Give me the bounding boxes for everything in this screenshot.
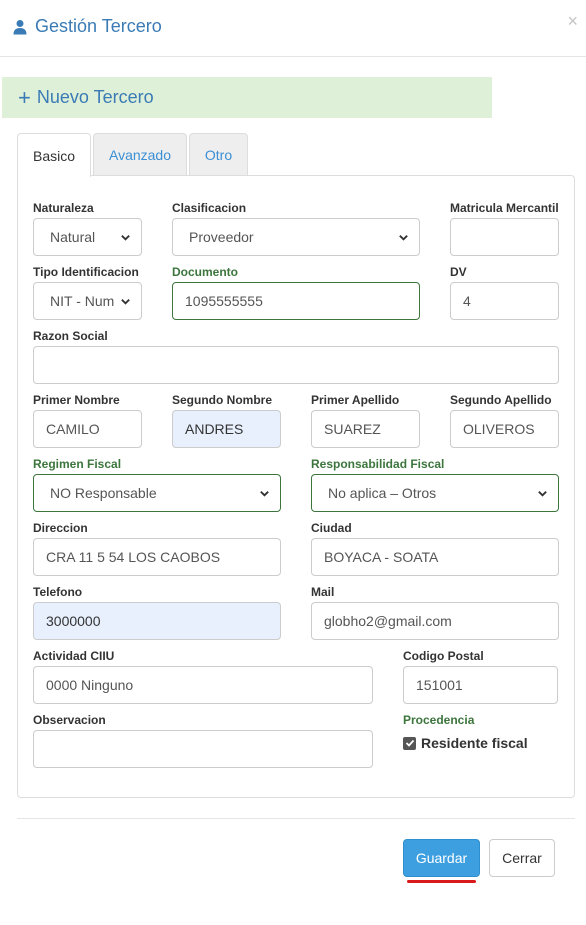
primer-apellido-input[interactable]: SUAREZ bbox=[311, 410, 420, 448]
chevron-down-icon bbox=[121, 235, 130, 241]
ciudad-input[interactable]: BOYACA - SOATA bbox=[311, 538, 559, 576]
codigo-postal-label: Codigo Postal bbox=[403, 649, 484, 663]
chevron-down-icon bbox=[399, 235, 408, 241]
segundo-apellido-label: Segundo Apellido bbox=[450, 393, 552, 407]
matricula-input[interactable] bbox=[450, 218, 559, 256]
regimen-fiscal-label: Regimen Fiscal bbox=[33, 457, 122, 471]
chevron-down-icon bbox=[260, 491, 269, 497]
segundo-apellido-input[interactable]: OLIVEROS bbox=[450, 410, 559, 448]
razon-social-label: Razon Social bbox=[33, 329, 108, 343]
close-button[interactable]: Cerrar bbox=[489, 839, 555, 877]
regimen-fiscal-value: NO Responsable bbox=[50, 485, 157, 501]
procedencia-label: Procedencia bbox=[403, 713, 475, 727]
tab-basico[interactable]: Basico bbox=[17, 133, 91, 177]
responsabilidad-fiscal-select[interactable]: No aplica – Otros bbox=[311, 474, 559, 512]
razon-social-input[interactable] bbox=[33, 346, 559, 384]
red-underline-annotation bbox=[407, 880, 476, 883]
tab-avanzado[interactable]: Avanzado bbox=[93, 133, 187, 176]
clasificacion-label: Clasificacion bbox=[172, 201, 247, 215]
documento-label: Documento bbox=[172, 265, 238, 279]
save-button[interactable]: Guardar bbox=[403, 839, 480, 877]
residente-fiscal-checkbox-row[interactable]: Residente fiscal bbox=[403, 735, 528, 751]
clasificacion-select[interactable]: Proveedor bbox=[172, 218, 420, 256]
chevron-down-icon bbox=[121, 299, 130, 305]
observacion-label: Observacion bbox=[33, 713, 106, 727]
modal-title: Gestión Tercero bbox=[12, 16, 162, 37]
naturaleza-label: Naturaleza bbox=[33, 201, 94, 215]
close-icon[interactable]: × bbox=[567, 12, 578, 30]
modal-title-text: Gestión Tercero bbox=[35, 16, 162, 36]
dv-input[interactable]: 4 bbox=[450, 282, 559, 320]
primer-apellido-label: Primer Apellido bbox=[311, 393, 400, 407]
plus-icon: + bbox=[18, 84, 31, 110]
matricula-label: Matricula Mercantil bbox=[450, 201, 559, 215]
primer-nombre-input[interactable]: CAMILO bbox=[33, 410, 142, 448]
new-third-party-banner: + Nuevo Tercero bbox=[2, 77, 492, 118]
footer-divider bbox=[17, 818, 575, 819]
modal-header: Gestión Tercero × bbox=[0, 0, 586, 57]
segundo-nombre-label: Segundo Nombre bbox=[172, 393, 273, 407]
user-icon bbox=[12, 19, 28, 35]
direccion-label: Direccion bbox=[33, 521, 88, 535]
observacion-input[interactable] bbox=[33, 730, 373, 768]
residente-fiscal-checkbox[interactable] bbox=[403, 736, 416, 750]
codigo-postal-input[interactable]: 151001 bbox=[403, 666, 558, 704]
mail-label: Mail bbox=[311, 585, 335, 599]
banner-label: Nuevo Tercero bbox=[36, 87, 154, 107]
documento-input[interactable]: 1095555555 bbox=[172, 282, 420, 320]
segundo-nombre-input[interactable]: ANDRES bbox=[172, 410, 281, 448]
regimen-fiscal-select[interactable]: NO Responsable bbox=[33, 474, 281, 512]
telefono-label: Telefono bbox=[33, 585, 83, 599]
tab-panel-basico: Naturaleza Natural Clasificacion Proveed… bbox=[17, 175, 575, 798]
check-icon bbox=[405, 739, 414, 747]
tab-otro[interactable]: Otro bbox=[189, 133, 248, 176]
dv-label: DV bbox=[450, 265, 467, 279]
tipo-identificacion-label: Tipo Identificacion bbox=[33, 265, 139, 279]
tipo-identificacion-select[interactable]: NIT - Num bbox=[33, 282, 142, 320]
telefono-input[interactable]: 3000000 bbox=[33, 602, 281, 640]
responsabilidad-fiscal-value: No aplica – Otros bbox=[328, 485, 437, 501]
residente-fiscal-label: Residente fiscal bbox=[421, 735, 528, 751]
actividad-ciiu-label: Actividad CIIU bbox=[33, 649, 115, 663]
mail-input[interactable]: globho2@gmail.com bbox=[311, 602, 559, 640]
actividad-ciiu-input[interactable]: 0000 Ninguno bbox=[33, 666, 373, 704]
responsabilidad-fiscal-label: Responsabilidad Fiscal bbox=[311, 457, 445, 471]
direccion-input[interactable]: CRA 11 5 54 LOS CAOBOS bbox=[33, 538, 281, 576]
naturaleza-select[interactable]: Natural bbox=[33, 218, 142, 256]
clasificacion-value: Proveedor bbox=[189, 229, 254, 245]
primer-nombre-label: Primer Nombre bbox=[33, 393, 120, 407]
chevron-down-icon bbox=[538, 491, 547, 497]
ciudad-label: Ciudad bbox=[311, 521, 352, 535]
